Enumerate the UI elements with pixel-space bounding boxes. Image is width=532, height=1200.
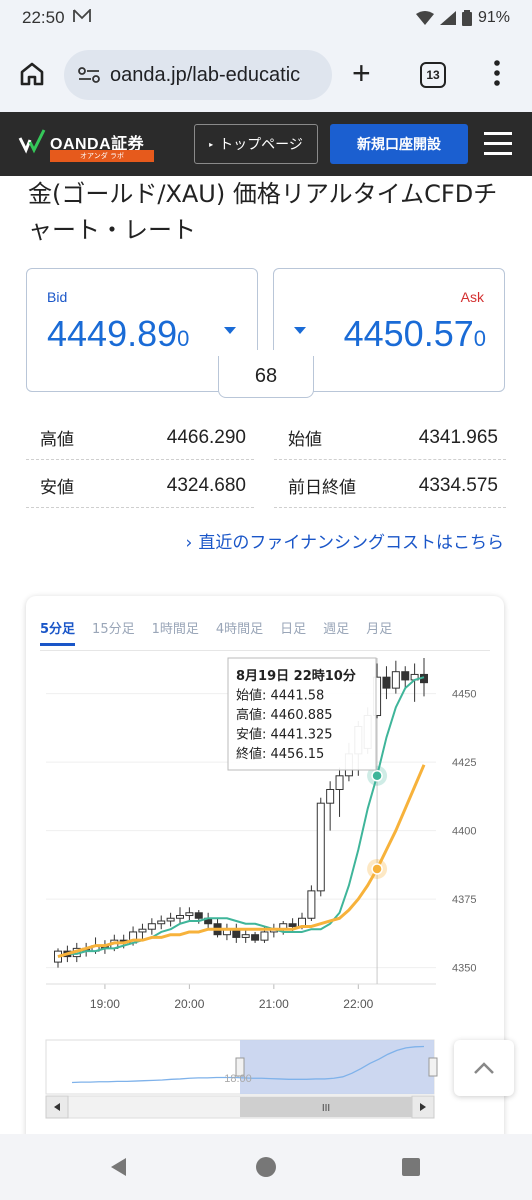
stat-prev-close-row: 前日終値 4334.575 (274, 464, 506, 508)
chevron-right-icon: › (185, 533, 193, 553)
site-header: OANDA証券 オアンダ ラボ ▸ トップページ 新規口座開設 (0, 112, 532, 176)
ask-small-digit: 0 (473, 326, 486, 351)
top-page-label: トップページ (219, 137, 303, 153)
x-tick-label: 20:00 (174, 997, 204, 1011)
candle-body (391, 671, 400, 689)
back-icon[interactable] (108, 1156, 130, 1178)
bid-down-arrow-icon (224, 327, 236, 334)
spread-value: 68 (218, 356, 314, 398)
navigator-time-label: 18:00 (224, 1073, 252, 1085)
tooltip-open: 始値: 4441.58 (236, 688, 324, 704)
x-tick-label: 19:00 (90, 997, 120, 1011)
logo-mark-icon (18, 129, 46, 154)
stat-high-row: 高値 4466.290 (26, 416, 254, 460)
open-account-button[interactable]: 新規口座開設 (330, 124, 468, 164)
stat-high-value: 4466.290 (166, 426, 246, 448)
candle-body (251, 934, 260, 941)
site-settings-icon[interactable] (78, 67, 100, 83)
url-bar[interactable]: oanda.jp/lab-educatic (64, 50, 332, 100)
y-tick-label: 4375 (452, 894, 476, 906)
more-options-icon[interactable] (492, 58, 502, 88)
y-tick-label: 4450 (452, 689, 476, 701)
ask-main: 4450.57 (343, 313, 474, 354)
status-bar: 22:50 91% (0, 0, 532, 36)
stat-low-row: 安値 4324.680 (26, 464, 254, 508)
scroll-thumb-grip: III (322, 1103, 330, 1114)
candle-body (307, 890, 316, 919)
stat-prev-close-value: 4334.575 (418, 474, 498, 496)
candle-body (260, 931, 269, 941)
stat-open-value: 4341.965 (418, 426, 498, 448)
status-time: 22:50 (22, 8, 65, 27)
tooltip-high: 高値: 4460.885 (236, 707, 333, 723)
candle-body (316, 802, 325, 892)
slow-ma-line (57, 764, 426, 959)
stat-open-row: 始値 4341.965 (274, 416, 506, 460)
status-right: 91% (415, 9, 510, 27)
stat-low-value: 4324.680 (166, 474, 246, 496)
bid-main: 4449.89 (47, 313, 178, 354)
recents-icon[interactable] (400, 1156, 422, 1178)
oanda-logo[interactable]: OANDA証券 オアンダ ラボ (18, 126, 160, 162)
bid-label: Bid (47, 289, 68, 305)
candle-body (382, 676, 391, 689)
ask-value: 4450.570 (344, 313, 486, 355)
stat-high-label: 高値 (40, 430, 74, 450)
signal-icon (439, 11, 456, 25)
candle-body (185, 912, 194, 917)
wifi-icon (415, 11, 434, 25)
home-circle-icon[interactable] (255, 1156, 277, 1178)
ask-label: Ask (460, 289, 484, 305)
price-chart[interactable]: 4350 4375 4400 4425 4450 19:00 20:00 21:00 22:00… (26, 596, 504, 1156)
bid-small-digit: 0 (177, 326, 190, 351)
tooltip-close: 終値: 4456.15 (236, 746, 324, 762)
slow-ma-marker (371, 863, 383, 875)
battery-icon (461, 10, 472, 26)
tab-switcher-button[interactable]: 13 (420, 62, 446, 88)
fast-ma-marker (371, 770, 383, 782)
android-navigation-bar (0, 1134, 532, 1200)
y-tick-label: 4400 (452, 826, 476, 838)
chart-card: 5分足 15分足 1時間足 4時間足 日足 週足 月足 4350 4375 4400 4425 44… (26, 596, 504, 1156)
top-page-button[interactable]: ▸ トップページ (194, 124, 318, 164)
url-text: oanda.jp/lab-educatic (110, 63, 301, 86)
new-tab-plus-icon[interactable]: + (352, 57, 371, 89)
candle-body (288, 923, 297, 927)
tooltip-date: 8月19日 22時10分 (236, 668, 356, 684)
navigator-right-handle[interactable] (428, 1057, 438, 1077)
logo-subtext: オアンダ ラボ (50, 150, 154, 162)
stat-open-label: 始値 (288, 430, 322, 450)
candle-body (138, 928, 147, 933)
y-tick-label: 4425 (452, 757, 476, 769)
scroll-to-top-button[interactable] (454, 1040, 514, 1096)
candle-body (157, 920, 166, 925)
browser-toolbar: oanda.jp/lab-educatic + 13 (0, 36, 532, 112)
candle-body (401, 671, 410, 681)
candle-body (326, 788, 335, 804)
candle-body (241, 934, 250, 938)
page-title: 金(ゴールド/XAU) 価格リアルタイムCFDチャート・レート (28, 180, 498, 244)
ask-down-arrow-icon (294, 327, 306, 334)
candle-body (194, 912, 203, 919)
candle-body (176, 915, 184, 919)
mail-icon (72, 7, 91, 27)
hamburger-menu-icon[interactable] (484, 132, 512, 156)
stat-low-label: 安値 (40, 478, 74, 498)
home-icon[interactable] (18, 60, 46, 88)
battery-percent: 91% (477, 9, 510, 26)
x-tick-label: 21:00 (259, 997, 289, 1011)
chevron-up-icon (474, 1062, 494, 1074)
tooltip-low: 安値: 4441.325 (236, 727, 333, 743)
bid-value: 4449.890 (47, 313, 189, 355)
caret-right-icon: ▸ (209, 139, 214, 149)
financing-cost-link[interactable]: › 直近のファイナンシングコストはこちら (186, 528, 504, 553)
candle-body (166, 917, 175, 922)
candle-body (147, 923, 156, 930)
stat-prev-close-label: 前日終値 (288, 478, 356, 498)
financing-link-text: 直近のファイナンシングコストはこちら (198, 533, 504, 553)
candle-body (335, 775, 344, 790)
y-tick-label: 4350 (452, 963, 476, 975)
x-tick-label: 22:00 (343, 997, 373, 1011)
